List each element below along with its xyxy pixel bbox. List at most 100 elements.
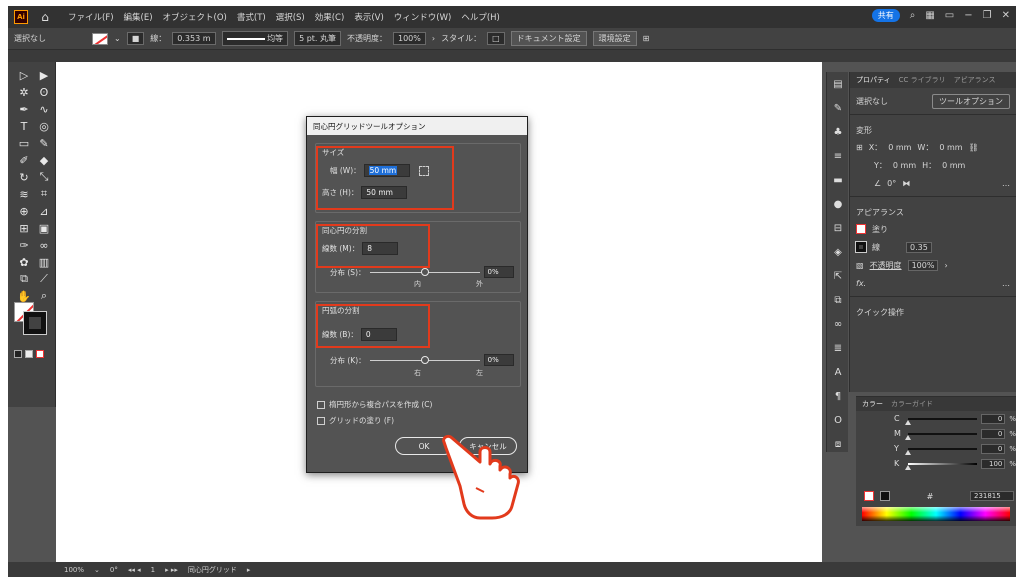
tool-options-button[interactable]: ツールオプション: [932, 93, 1010, 109]
menu-type[interactable]: 書式(T): [237, 11, 266, 23]
more-options-icon[interactable]: …: [1002, 179, 1010, 188]
properties-panel-icon[interactable]: ▤: [827, 72, 849, 96]
cyan-slider[interactable]: [904, 417, 978, 425]
fill-none-swatch-icon[interactable]: [856, 224, 866, 234]
chevron-right-icon[interactable]: ›: [944, 261, 947, 270]
share-button[interactable]: 共有: [871, 9, 900, 22]
restore-icon[interactable]: ❐: [983, 10, 992, 21]
tab-color[interactable]: カラー: [862, 399, 883, 409]
pencil-tool-icon[interactable]: ✎: [36, 136, 52, 150]
symbols-panel-icon[interactable]: ♣: [827, 120, 849, 144]
stroke-color-swatch[interactable]: ■: [126, 32, 145, 45]
w-field[interactable]: 0 mm: [939, 143, 962, 152]
polar-grid-tool-icon[interactable]: ◎: [36, 119, 52, 133]
tab-color-guide[interactable]: カラーガイド: [891, 399, 933, 409]
opacity-input[interactable]: 100%: [393, 32, 426, 45]
menu-edit[interactable]: 編集(E): [124, 11, 153, 23]
artboard-nav-next-icon[interactable]: ▸ ▸▸: [165, 566, 178, 574]
rectangle-tool-icon[interactable]: ▭: [16, 136, 32, 150]
magenta-input[interactable]: 0: [981, 428, 1006, 439]
arrange-docs-icon[interactable]: ⊞: [643, 34, 650, 43]
column-graph-tool-icon[interactable]: ▥: [36, 255, 52, 269]
more-options-icon[interactable]: …: [1002, 279, 1010, 288]
opacity-field[interactable]: 100%: [907, 259, 939, 271]
color-mode-icon[interactable]: [14, 350, 22, 358]
tab-cc-libraries[interactable]: CC ライブラリ: [899, 75, 946, 85]
color-swap-icon[interactable]: [864, 491, 874, 501]
links-panel-icon[interactable]: ∞: [827, 312, 849, 336]
magic-wand-tool-icon[interactable]: ✲: [16, 85, 32, 99]
preferences-button[interactable]: 環境設定: [592, 31, 637, 46]
blend-tool-icon[interactable]: ∞: [36, 238, 52, 252]
yellow-input[interactable]: 0: [981, 443, 1006, 454]
style-swatch[interactable]: □: [487, 32, 505, 45]
character-panel-icon[interactable]: A: [827, 360, 849, 384]
mesh-tool-icon[interactable]: ⊞: [16, 221, 32, 235]
black-input[interactable]: 100: [981, 458, 1006, 469]
shaper-tool-icon[interactable]: ✐: [16, 153, 32, 167]
menu-help[interactable]: ヘルプ(H): [461, 11, 500, 23]
yellow-slider[interactable]: [904, 447, 978, 455]
compound-path-checkbox[interactable]: [317, 400, 325, 409]
menu-effect[interactable]: 効果(C): [315, 11, 345, 23]
slice-tool-icon[interactable]: ⟋: [36, 272, 52, 286]
artboard-tool-icon[interactable]: ⧉: [16, 272, 32, 286]
arrange-icon[interactable]: ▭: [945, 10, 954, 21]
rotate-tool-icon[interactable]: ↻: [16, 170, 32, 184]
gradient-panel-icon[interactable]: ▬: [827, 168, 849, 192]
export-panel-icon[interactable]: ⇱: [827, 264, 849, 288]
fill-grid-checkbox[interactable]: [317, 416, 325, 425]
stroke-profile-select[interactable]: 均等: [221, 31, 289, 46]
workspace-icon[interactable]: ▦: [925, 10, 934, 21]
rotation-field[interactable]: 0°: [110, 566, 118, 574]
hex-input[interactable]: 231815: [969, 491, 1014, 501]
chevron-down-icon[interactable]: ⌄: [94, 566, 100, 574]
y-field[interactable]: 0 mm: [893, 161, 916, 170]
width-tool-icon[interactable]: ≋: [16, 187, 32, 201]
symbol-sprayer-tool-icon[interactable]: ✿: [16, 255, 32, 269]
constrain-link-icon[interactable]: ⛓: [969, 143, 979, 152]
align-panel-icon[interactable]: ⊟: [827, 216, 849, 240]
home-icon[interactable]: ⌂: [38, 10, 52, 24]
radial-skew-input[interactable]: 0%: [483, 354, 514, 366]
direct-selection-tool-icon[interactable]: ▶: [36, 68, 52, 82]
eraser-tool-icon[interactable]: ◆: [36, 153, 52, 167]
artboard-number[interactable]: 1: [151, 566, 155, 574]
shape-builder-tool-icon[interactable]: ⊕: [16, 204, 32, 218]
layers-panel-icon[interactable]: ◈: [827, 240, 849, 264]
curvature-tool-icon[interactable]: ∿: [36, 102, 52, 116]
x-field[interactable]: 0 mm: [888, 143, 911, 152]
minimize-icon[interactable]: −: [964, 10, 972, 21]
menu-window[interactable]: ウィンドウ(W): [394, 11, 452, 23]
free-transform-tool-icon[interactable]: ⌗: [36, 187, 52, 201]
tab-properties[interactable]: プロパティ: [856, 75, 891, 85]
selection-tool-icon[interactable]: ▷: [16, 68, 32, 82]
slider-knob[interactable]: [420, 267, 429, 276]
opentype-panel-icon[interactable]: O: [827, 408, 849, 432]
tab-appearance[interactable]: アピアランス: [954, 75, 996, 85]
chevron-right-icon[interactable]: ›: [432, 34, 435, 43]
lasso-tool-icon[interactable]: ʘ: [36, 85, 52, 99]
pathfinder-panel-icon[interactable]: ⧈: [827, 432, 849, 456]
angle-field[interactable]: 0°: [887, 179, 896, 188]
fill-stroke-widget[interactable]: [14, 302, 54, 342]
stroke-weight-input[interactable]: 0.353 m: [172, 32, 216, 45]
paragraph-panel-icon[interactable]: ¶: [827, 384, 849, 408]
menu-file[interactable]: ファイル(F): [68, 11, 114, 23]
transparency-panel-icon[interactable]: ●: [827, 192, 849, 216]
eyedropper-tool-icon[interactable]: ✑: [16, 238, 32, 252]
compound-path-label[interactable]: 楕円形から複合パスを作成 (C): [329, 399, 432, 410]
gradient-tool-icon[interactable]: ▣: [36, 221, 52, 235]
menu-select[interactable]: 選択(S): [276, 11, 305, 23]
pen-tool-icon[interactable]: ✒: [16, 102, 32, 116]
flip-icon[interactable]: ⧓: [902, 179, 910, 188]
zoom-tool-icon[interactable]: ⌕: [36, 289, 52, 303]
stroke-weight-field[interactable]: 0.35: [906, 241, 932, 253]
stroke-indicator[interactable]: [23, 311, 47, 335]
hand-tool-icon[interactable]: ✋: [16, 289, 32, 303]
h-field[interactable]: 0 mm: [942, 161, 965, 170]
close-icon[interactable]: ✕: [1002, 10, 1010, 21]
gradient-mode-icon[interactable]: [25, 350, 33, 358]
opacity-label-prop[interactable]: 不透明度: [870, 260, 902, 271]
paragraph-align-icon[interactable]: ≣: [827, 336, 849, 360]
